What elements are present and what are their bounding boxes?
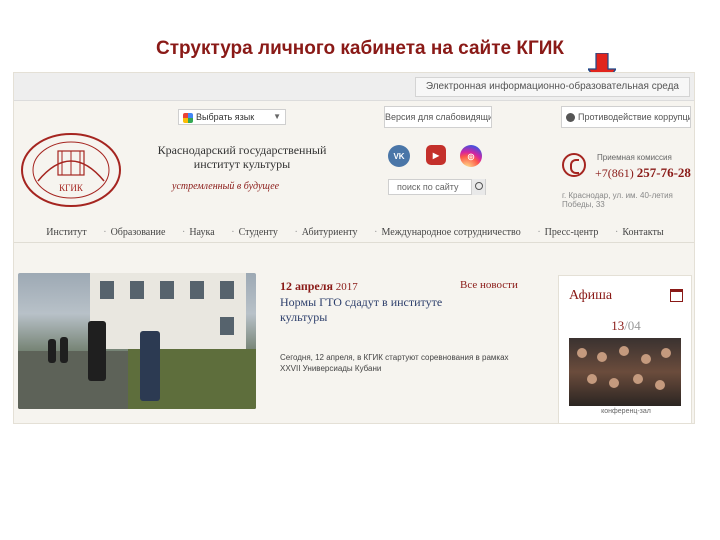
all-news-link[interactable]: Все новости [460,279,518,291]
afisha-image[interactable] [569,338,681,406]
phone-digits: 257-76-28 [636,165,691,180]
nav-item-press[interactable]: · Пресс-центр [537,227,598,238]
youtube-icon[interactable]: ▶ [426,145,446,165]
nav-item-label: Студенту [238,227,278,238]
afisha-month: /04 [624,318,641,333]
nav-item-label: Институт [46,227,87,238]
nav-item-label: Наука [189,227,215,238]
afisha-day: 13 [611,318,625,333]
institute-logo[interactable]: КГИК [18,131,124,209]
nav-item-education[interactable]: · Образование [103,227,165,238]
eservice-link[interactable]: Электронная информационно-образовательна… [414,77,690,97]
news-day-month: 12 апреля [280,279,333,293]
google-icon [183,112,193,123]
chevron-down-icon: ▼ [273,112,281,121]
news-text: Сегодня, 12 апреля, в КГИК стартуют соре… [280,353,509,373]
search-placeholder: поиск по сайту [397,182,459,192]
motto: устремленный в будущее [172,181,280,192]
nav-item-label: Абитуриенту [301,227,358,238]
afisha-title: Афиша [569,288,613,303]
nav-item-applicant[interactable]: · Абитуриенту [294,227,357,238]
phone-label: Приемная комиссия [597,153,672,162]
afisha-card[interactable]: Афиша 13/04 конференц-зал [558,275,693,423]
nav-item-institute[interactable]: Институт [46,227,86,238]
phone-prefix: +7(861) [595,166,634,180]
news-year: 2017 [335,281,358,293]
logo-text: КГИК [59,183,84,193]
top-bar: Электронная информационно-образовательна… [14,73,694,101]
phone-icon [562,153,586,177]
website-screenshot: Электронная информационно-образовательна… [13,72,695,424]
afisha-date: 13/04 [559,318,693,334]
info-icon [566,113,575,123]
language-select-label: Выбрать язык [196,112,255,122]
news-image[interactable] [18,273,256,409]
search-icon[interactable] [471,179,485,195]
calendar-icon[interactable] [670,289,683,302]
main-nav: Институт · Образование · Наука · Студенту ·… [14,223,694,243]
nav-item-student[interactable]: · Студенту [231,227,278,238]
instagram-icon[interactable]: ◎ [460,145,482,167]
nav-item-contacts[interactable]: · Контакты [615,227,664,238]
news-date: 12 апреля 2017 [280,279,358,294]
nav-item-label: Пресс-центр [544,227,599,238]
nav-item-label: Контакты [622,227,664,238]
nav-item-label: Образование [110,227,166,238]
address: г. Краснодар, ул. им. 40-летия Победы, 3… [562,191,673,209]
anticorruption-button[interactable]: Противодействие коррупции [561,106,691,128]
search-input[interactable]: поиск по сайту [388,179,486,195]
vk-icon[interactable]: VK [388,145,410,167]
language-select[interactable]: Выбрать язык ▼ [178,109,286,125]
afisha-caption: конференц-зал [601,408,651,415]
institution-name[interactable]: Краснодарский государственный институт к… [142,143,342,171]
phone-number[interactable]: +7(861) 257-76-28 [595,165,691,181]
visually-impaired-button[interactable]: Версия для слабовидящих [384,106,492,128]
nav-item-label: Международное сотрудничество [381,227,521,238]
anticorruption-label: Противодействие коррупции [578,112,691,122]
nav-item-science[interactable]: · Наука [182,227,215,238]
utility-row: Выбрать язык ▼ Версия для слабовидящих П… [14,101,694,129]
nav-item-international[interactable]: · Международное сотрудничество [374,227,521,238]
news-title[interactable]: Нормы ГТО сдадут в институте культуры [280,295,490,325]
